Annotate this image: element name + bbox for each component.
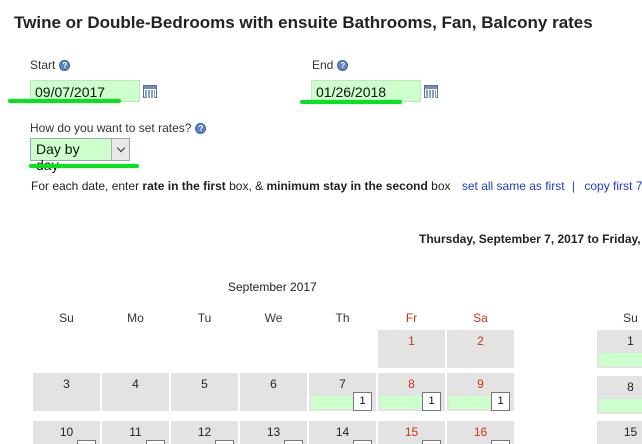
day-number: 15 — [623, 425, 638, 439]
min-stay-input[interactable] — [146, 440, 165, 444]
mode-label: How do you want to set rates? — [30, 121, 192, 135]
min-stay-input[interactable] — [491, 440, 510, 444]
min-stay-input[interactable] — [77, 440, 96, 444]
instructions-text: box — [427, 179, 451, 193]
help-icon[interactable]: ? — [59, 59, 71, 71]
dropdown-button[interactable] — [111, 139, 129, 160]
copy-first-link[interactable]: copy first 7 c — [584, 179, 642, 193]
calendar-day: 11 — [102, 421, 169, 444]
highlight-mark — [300, 100, 402, 104]
min-stay-input[interactable]: 1 — [491, 392, 510, 411]
help-icon[interactable]: ? — [337, 59, 349, 71]
weekday-header: We — [264, 311, 283, 325]
day-number: 3 — [63, 377, 70, 391]
weekday-header: Sa — [473, 311, 488, 325]
calendar-icon[interactable] — [143, 85, 157, 98]
calendar-icon[interactable] — [424, 85, 438, 98]
day-number: 7 — [339, 377, 346, 391]
day-number: 6 — [270, 377, 277, 391]
day-number: 15 — [404, 425, 419, 439]
rate-input[interactable] — [599, 353, 642, 366]
end-label: End — [312, 58, 334, 72]
page-title: Twine or Double-Bedrooms with ensuite Ba… — [14, 13, 593, 32]
day-number: 8 — [408, 377, 415, 391]
instructions: For each date, enter rate in the first b… — [31, 179, 642, 193]
day-number: 2 — [477, 334, 484, 348]
end-label-row: End ? — [312, 58, 349, 72]
day-number: 13 — [266, 425, 281, 439]
day-number: 9 — [477, 377, 484, 391]
calendar-day: 1 — [378, 330, 445, 368]
calendar-day: 6 — [240, 373, 307, 411]
min-stay-input[interactable] — [215, 440, 234, 444]
weekday-header: Fr — [405, 311, 418, 325]
calendar-day: 9 1 — [447, 373, 514, 411]
start-label: Start — [30, 58, 56, 72]
min-stay-input[interactable] — [284, 440, 303, 444]
set-all-same-link[interactable]: set all same as first — [462, 179, 565, 193]
calendar-day: 15 — [597, 421, 642, 444]
min-stay-input[interactable]: 1 — [353, 392, 372, 411]
day-number: 5 — [201, 377, 208, 391]
day-number: 10 — [59, 425, 74, 439]
rate-mode-value: Day by day — [36, 141, 80, 173]
instructions-bold: minimum stay in the second — [266, 179, 428, 193]
day-number: 16 — [473, 425, 488, 439]
calendar-day: 3 — [33, 373, 100, 411]
calendar-day: 15 — [378, 421, 445, 444]
min-stay-input[interactable]: 1 — [422, 392, 441, 411]
instructions-bold: rate in the first — [142, 179, 226, 193]
weekday-header: Tu — [197, 311, 212, 325]
calendar-day: 13 — [240, 421, 307, 444]
rate-input[interactable] — [599, 399, 642, 412]
weekday-header: Th — [335, 311, 350, 325]
calendar-day: 5 — [171, 373, 238, 411]
mode-label-row: How do you want to set rates? ? — [30, 121, 207, 135]
rate-input[interactable] — [380, 396, 422, 409]
rate-input[interactable] — [449, 396, 491, 409]
weekday-header: Su — [623, 311, 638, 325]
month-title: September 2017 — [228, 280, 317, 294]
calendar-day: 16 — [447, 421, 514, 444]
rate-mode-select[interactable]: Day by day — [30, 138, 130, 173]
day-number: 4 — [132, 377, 139, 391]
min-stay-input[interactable] — [422, 440, 441, 444]
day-number: 8 — [627, 380, 634, 394]
link-separator: | — [571, 179, 576, 193]
instructions-text: For each date, enter — [31, 179, 143, 193]
chevron-down-icon — [116, 143, 125, 153]
help-icon[interactable]: ? — [195, 122, 207, 134]
date-range-text: Thursday, September 7, 2017 to Friday, J — [419, 232, 642, 246]
calendar-day: 12 — [171, 421, 238, 444]
calendar-day: 7 1 — [309, 373, 376, 411]
instructions-text: box, & — [225, 179, 267, 193]
calendar-day: 4 — [102, 373, 169, 411]
day-number: 14 — [335, 425, 350, 439]
calendar-day: 10 — [33, 421, 100, 444]
weekday-header: Mo — [127, 311, 144, 325]
weekday-header: Su — [59, 311, 74, 325]
calendar-day: 8 — [597, 376, 642, 414]
highlight-mark — [8, 99, 121, 103]
day-number: 1 — [627, 334, 634, 348]
calendar-day: 1 — [597, 330, 642, 368]
calendar-day: 2 — [447, 330, 514, 368]
rate-input[interactable] — [311, 396, 353, 409]
calendar-day: 8 1 — [378, 373, 445, 411]
highlight-mark — [29, 164, 139, 168]
start-label-row: Start ? — [30, 58, 71, 72]
day-number: 1 — [408, 334, 415, 348]
day-number: 11 — [129, 425, 142, 439]
calendar-day: 14 — [309, 421, 376, 444]
min-stay-input[interactable] — [353, 440, 372, 444]
day-number: 12 — [197, 425, 212, 439]
end-date-input[interactable]: 01/26/2018 — [311, 80, 421, 102]
